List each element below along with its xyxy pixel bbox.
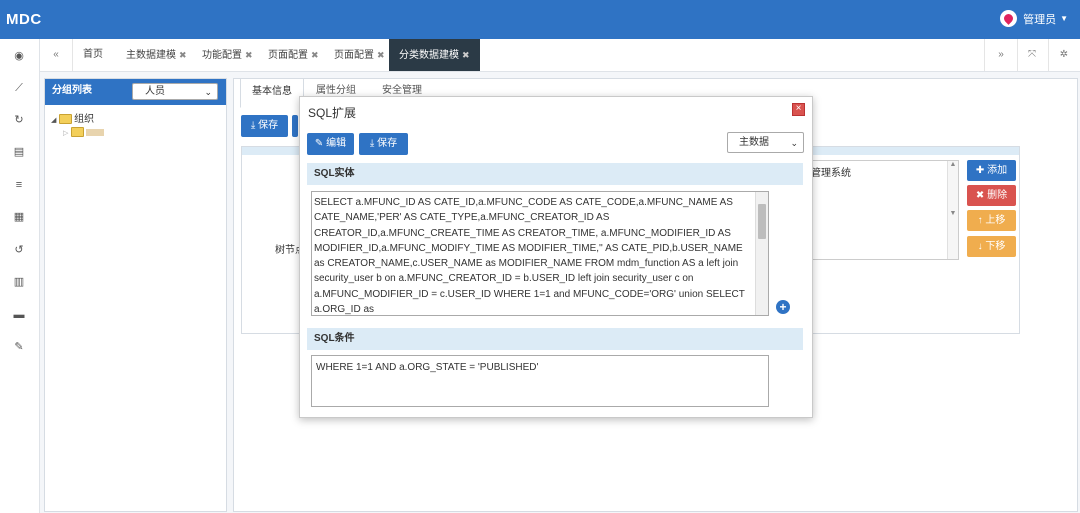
tab-label: 分类数据建模 [399,50,459,61]
arrow-up-icon: ↑ [977,215,983,226]
chevron-down-icon: ⌄ [790,138,798,148]
top-bar: MDC 管理员 ▼ [0,0,1080,39]
wrench-icon[interactable]: ✎ [12,340,26,354]
close-icon[interactable]: ✖ [311,50,319,60]
sql-entity-textarea[interactable]: SELECT a.MFUNC_ID AS CATE_ID,a.MFUNC_COD… [311,191,769,316]
edit-label: 编辑 [326,138,347,149]
tab-master-data-modeling[interactable]: 主数据建模 ✖ [126,39,187,71]
tree-node-child[interactable]: ▷ [51,126,105,139]
user-name: 管理员 [1023,13,1057,26]
list-icon[interactable]: ≡ [12,178,26,192]
archive-icon[interactable]: ▬ [12,308,26,322]
scroll-left-icon[interactable]: « [40,39,73,71]
folder-open-icon [59,114,73,125]
folder-icon [71,127,85,138]
sql-extension-dialog: SQL扩展 × ✎ 编辑 ⤓ 保存 主数据 ⌄ SQL实体 SELECT a.M… [299,96,813,418]
gear-icon[interactable]: ✲ [1048,39,1080,71]
sql-condition-textarea[interactable]: WHERE 1=1 AND a.ORG_STATE = 'PUBLISHED' [311,355,769,407]
move-down-button[interactable]: ↓ 下移 [967,236,1016,257]
tab-page-config-1[interactable]: 页面配置 ✖ [268,39,319,71]
chevron-down-icon: ⌄ [204,87,212,97]
save-button[interactable]: ⤓ 保存 [241,115,288,137]
tree-node-root[interactable]: ◢ 组织 [51,113,104,126]
group-tree: ◢ 组织 ▷ [51,113,105,139]
tab-label: 页面配置 [268,50,308,61]
tab-bar: « 首页 主数据建模 ✖ 功能配置 ✖ 页面配置 ✖ 页面配置 ✖ 分类数据建模 ✖ » … [40,39,1080,72]
save-label: 保存 [377,138,398,149]
sql-entity-section-title: SQL实体 [307,163,803,185]
data-type-select[interactable]: 主数据 ⌄ [727,132,804,153]
move-down-label: 下移 [985,241,1006,252]
tab-page-config-2[interactable]: 页面配置 ✖ [334,39,385,71]
group-type-value: 人员 [145,86,165,97]
refresh-icon[interactable]: ↻ [12,113,26,127]
arrow-down-icon: ↓ [977,241,983,252]
sql-condition-text: WHERE 1=1 AND a.ORG_STATE = 'PUBLISHED' [316,362,539,373]
close-icon: ✖ [975,190,985,201]
expand-icon[interactable]: ▷ [63,130,68,137]
add-label: 添加 [987,165,1008,176]
close-icon[interactable]: ✖ [377,50,385,60]
dialog-title: SQL扩展 [308,106,357,120]
save-icon: ⤓ [369,138,375,149]
secondary-button[interactable] [292,115,298,137]
edit-icon: ✎ [314,138,324,149]
tab-basic-info[interactable]: 基本信息 [240,78,304,108]
edit-button[interactable]: ✎ 编辑 [307,133,354,155]
plus-icon: ✚ [975,165,985,176]
add-button[interactable]: ✚ 添加 [967,160,1016,181]
group-list-title: 分组列表 [52,85,92,96]
app-logo: MDC [6,11,42,28]
move-up-button[interactable]: ↑ 上移 [967,210,1016,231]
delete-label: 删除 [987,190,1008,201]
close-icon[interactable]: ✖ [462,50,470,60]
user-avatar-icon [1000,10,1018,27]
save-button[interactable]: ⤓ 保存 [359,133,408,155]
tab-label: 页面配置 [334,50,374,61]
collapse-icon[interactable]: ◢ [51,117,56,124]
dashboard-icon[interactable]: ◉ [12,49,26,63]
tab-label: 主数据建模 [126,50,176,61]
user-menu[interactable]: 管理员 ▼ [1000,10,1068,27]
left-nav: ◉ ⟋ ↻ ▤ ≡ ▦ ↺ ▥ ▬ ✎ [0,39,40,513]
tab-label: 属性分组 [316,85,356,96]
chart-icon[interactable]: ⟋ [12,81,26,95]
textarea-scrollbar[interactable] [755,192,768,315]
redacted-label [86,128,105,136]
chevron-down-icon: ▼ [1060,14,1068,23]
listbox-scrollbar[interactable]: ▲ ▼ [947,161,958,259]
member-listbox[interactable]: 明管理系统 ▲ ▼ [797,160,959,260]
tab-label: 安全管理 [382,85,422,96]
scroll-right-icon[interactable]: » [984,39,1018,71]
tab-home[interactable]: 首页 [83,39,103,71]
close-icon[interactable]: ✖ [179,50,187,60]
save-label: 保存 [258,120,279,131]
group-type-select[interactable]: 人员 ⌄ [132,83,218,100]
close-icon[interactable]: × [792,103,805,116]
group-list-panel: 分组列表 人员 ⌄ ◢ 组织 ▷ [44,78,227,512]
delete-button[interactable]: ✖ 删除 [967,185,1016,206]
table-icon[interactable]: ▦ [12,210,26,224]
database-icon[interactable]: ▤ [12,145,26,159]
tab-label: 功能配置 [202,50,242,61]
data-type-value: 主数据 [739,137,769,148]
film-icon[interactable]: ▥ [12,275,26,289]
group-list-header: 分组列表 人员 ⌄ [45,79,226,105]
sql-entity-text: SELECT a.MFUNC_ID AS CATE_ID,a.MFUNC_COD… [314,197,745,316]
tab-category-data-modeling[interactable]: 分类数据建模 ✖ [389,39,480,71]
history-icon[interactable]: ↺ [12,243,26,257]
save-icon: ⤓ [250,120,256,131]
tab-label: 首页 [83,49,103,60]
tab-function-config[interactable]: 功能配置 ✖ [202,39,253,71]
add-circle-icon[interactable]: + [776,300,790,314]
tab-label: 基本信息 [252,86,292,97]
fullscreen-icon[interactable]: ⤧ [1016,39,1049,71]
move-up-label: 上移 [985,215,1006,226]
close-icon[interactable]: ✖ [245,50,253,60]
sql-condition-section-title: SQL条件 [307,328,803,350]
tree-node-label: 组织 [74,114,95,125]
